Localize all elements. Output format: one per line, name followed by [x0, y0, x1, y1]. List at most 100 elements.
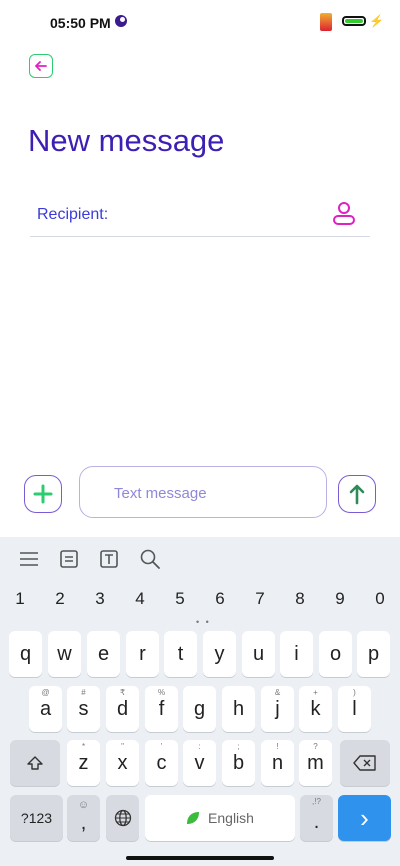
key-n[interactable]: ! n	[261, 740, 294, 786]
key-hint: &	[274, 688, 281, 697]
page-title: New message	[28, 122, 225, 158]
key-l[interactable]: ) l	[338, 686, 371, 732]
space-key[interactable]: English	[145, 795, 295, 841]
key-hint: ₹	[119, 688, 126, 697]
key-c[interactable]: ' c	[145, 740, 178, 786]
key-m[interactable]: ? m	[299, 740, 332, 786]
key-t[interactable]: t	[164, 631, 197, 677]
key-z[interactable]: * z	[67, 740, 100, 786]
key-e[interactable]: e	[87, 631, 120, 677]
menu-icon[interactable]	[18, 548, 40, 570]
key-hint: +	[313, 688, 318, 697]
key-hint: "	[121, 742, 124, 751]
key-label: s	[78, 697, 89, 720]
key-f[interactable]: % f	[145, 686, 178, 732]
key-hint: !	[276, 742, 279, 751]
language-key[interactable]	[106, 795, 139, 841]
key-label: x	[117, 751, 128, 774]
key-hint: #	[81, 688, 86, 697]
key-s[interactable]: # s	[67, 686, 100, 732]
data-saver-icon	[115, 15, 127, 27]
key-4[interactable]: 4	[120, 589, 160, 609]
key-1[interactable]: 1	[0, 589, 40, 609]
period-key[interactable]: ,!? .	[300, 795, 333, 841]
key-5[interactable]: 5	[160, 589, 200, 609]
key-label: d	[116, 697, 129, 720]
plus-icon	[33, 484, 53, 504]
back-button[interactable]	[29, 54, 53, 78]
key-0[interactable]: 0	[360, 589, 400, 609]
key-b[interactable]: ; b	[222, 740, 255, 786]
key-hint: ?	[313, 742, 318, 751]
key-x[interactable]: " x	[106, 740, 139, 786]
key-7[interactable]: 7	[240, 589, 280, 609]
key-a[interactable]: @ a	[29, 686, 62, 732]
backspace-key[interactable]	[340, 740, 390, 786]
shift-key[interactable]	[10, 740, 60, 786]
emoji-comma-key[interactable]: ☺ ,	[67, 795, 100, 841]
leaf-icon	[187, 812, 200, 824]
key-label: f	[158, 697, 165, 720]
globe-icon	[114, 809, 131, 827]
key-h[interactable]: h	[222, 686, 255, 732]
key-k[interactable]: + k	[299, 686, 332, 732]
key-hint: *	[81, 742, 86, 751]
key-8[interactable]: 8	[280, 589, 320, 609]
recipient-field[interactable]: Recipient:	[30, 196, 370, 237]
key-i[interactable]: i	[280, 631, 313, 677]
message-input[interactable]	[112, 467, 316, 519]
key-2[interactable]: 2	[40, 589, 80, 609]
key-j[interactable]: & j	[261, 686, 294, 732]
key-w[interactable]: w	[48, 631, 81, 677]
clipboard-icon[interactable]	[58, 548, 80, 570]
key-hint: :	[198, 742, 201, 751]
key-label: a	[39, 697, 52, 720]
key-hint: ;	[237, 742, 240, 751]
arrow-left-icon	[35, 61, 47, 71]
key-hint: '	[160, 742, 163, 751]
enter-key[interactable]: ›	[338, 795, 391, 841]
key-label: m	[307, 751, 324, 774]
key-q[interactable]: q	[9, 631, 42, 677]
key-o[interactable]: o	[319, 631, 352, 677]
key-3[interactable]: 3	[80, 589, 120, 609]
key-label: n	[271, 751, 284, 774]
battery-icon	[342, 16, 366, 26]
arrow-up-icon	[349, 484, 365, 505]
search-icon[interactable]	[139, 548, 161, 570]
emoji-icon: ☺	[77, 799, 90, 811]
keyboard-toolbar	[0, 537, 400, 581]
key-hint: ,!?	[312, 797, 321, 806]
key-d[interactable]: ₹ d	[106, 686, 139, 732]
number-row: 1 2 3 4 5 6 7 8 9 0	[0, 589, 400, 615]
key-6[interactable]: 6	[200, 589, 240, 609]
key-p[interactable]: p	[357, 631, 390, 677]
attach-button[interactable]	[24, 475, 62, 513]
key-label: c	[156, 751, 167, 774]
message-field[interactable]	[79, 466, 327, 519]
key-label: j	[275, 697, 280, 720]
home-indicator[interactable]	[126, 856, 274, 860]
key-9[interactable]: 9	[320, 589, 360, 609]
send-button[interactable]	[338, 475, 376, 513]
status-time: 05:50 PM	[50, 15, 111, 31]
symbols-key[interactable]: ?123	[10, 795, 63, 841]
key-label: b	[232, 751, 245, 774]
key-y[interactable]: y	[203, 631, 236, 677]
key-u[interactable]: u	[242, 631, 275, 677]
key-label: k	[310, 697, 321, 720]
key-r[interactable]: r	[126, 631, 159, 677]
page-indicator: • •	[196, 617, 211, 627]
key-label: z	[78, 751, 89, 774]
recipient-label: Recipient:	[37, 206, 109, 223]
text-format-icon[interactable]	[98, 548, 120, 570]
contact-icon[interactable]	[332, 201, 356, 227]
shift-icon	[27, 756, 43, 770]
key-v[interactable]: :v	[183, 740, 216, 786]
key-label: v	[194, 751, 205, 774]
key-g[interactable]: g	[183, 686, 216, 732]
key-label: g	[193, 697, 206, 720]
key-label: h	[232, 697, 245, 720]
charging-icon: ⚡	[369, 14, 384, 28]
key-label: ,	[80, 811, 87, 834]
